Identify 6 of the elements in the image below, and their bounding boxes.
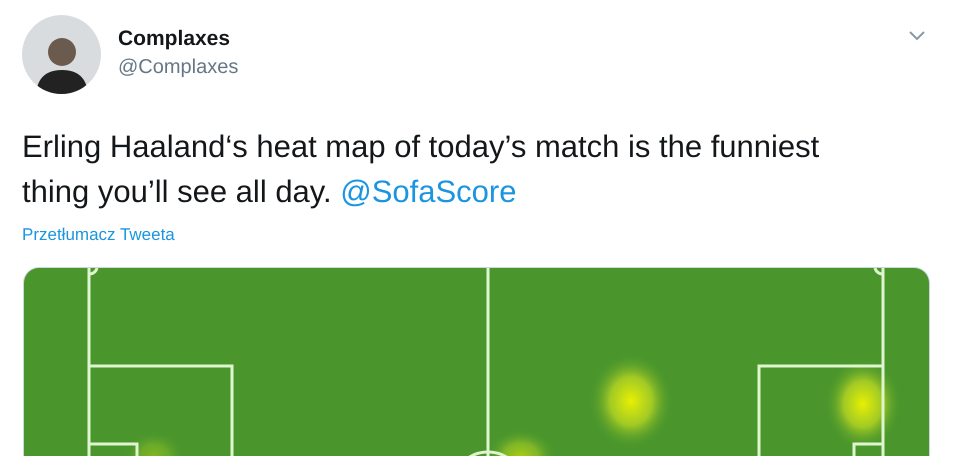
translate-link[interactable]: Przetłumacz Tweeta bbox=[22, 222, 960, 248]
tweet-text: Erling Haaland‘s heat map of today’s match is the funniest thing you’ll see all day. @SofaScore bbox=[22, 128, 820, 211]
author-handle[interactable]: @Complaxes bbox=[118, 54, 238, 80]
chevron-down-icon[interactable] bbox=[908, 30, 926, 42]
author-name[interactable]: Complaxes bbox=[118, 26, 238, 52]
mention-link[interactable]: @SofaScore bbox=[340, 174, 516, 209]
